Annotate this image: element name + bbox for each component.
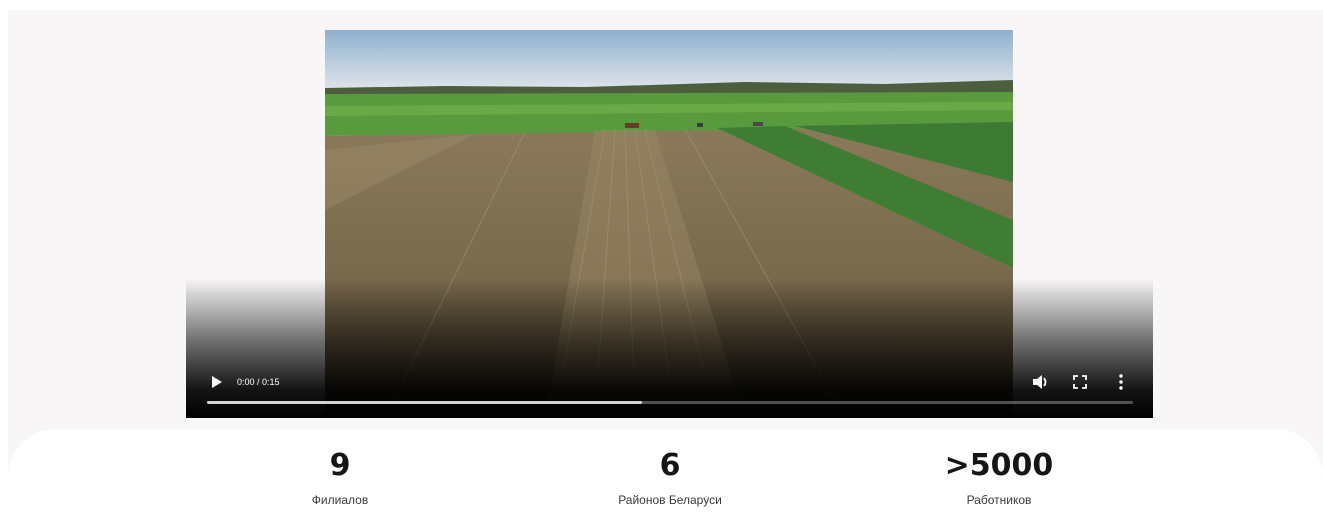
video-player[interactable]: 0:00 / 0:15 (186, 30, 1153, 418)
stat-label: Филиалов (311, 493, 369, 507)
fullscreen-icon (1073, 375, 1087, 389)
play-button[interactable] (210, 375, 224, 389)
stat-label: Работников (966, 493, 1032, 507)
more-options-button[interactable] (1111, 372, 1131, 392)
more-vert-icon (1119, 374, 1123, 390)
stat-value: 6 (659, 448, 681, 483)
stat-value: 9 (329, 448, 351, 483)
stat-value: >5000 (944, 448, 1054, 483)
time-display: 0:00 / 0:15 (237, 377, 280, 387)
play-icon (212, 376, 222, 388)
stat-label: Районов Беларуси (618, 493, 722, 507)
stats-card: 9 Филиалов 6 Районов Беларуси >5000 Рабо… (8, 429, 1323, 520)
video-controls: 0:00 / 0:15 (186, 358, 1153, 418)
volume-icon (1033, 375, 1047, 389)
volume-button[interactable] (1030, 372, 1050, 392)
stat-districts: 6 Районов Беларуси (550, 429, 790, 508)
progress-buffered (207, 401, 643, 404)
stat-employees: >5000 Работников (879, 429, 1119, 508)
fullscreen-button[interactable] (1070, 372, 1090, 392)
progress-bar[interactable] (207, 401, 1133, 404)
stat-branches: 9 Филиалов (220, 429, 460, 508)
